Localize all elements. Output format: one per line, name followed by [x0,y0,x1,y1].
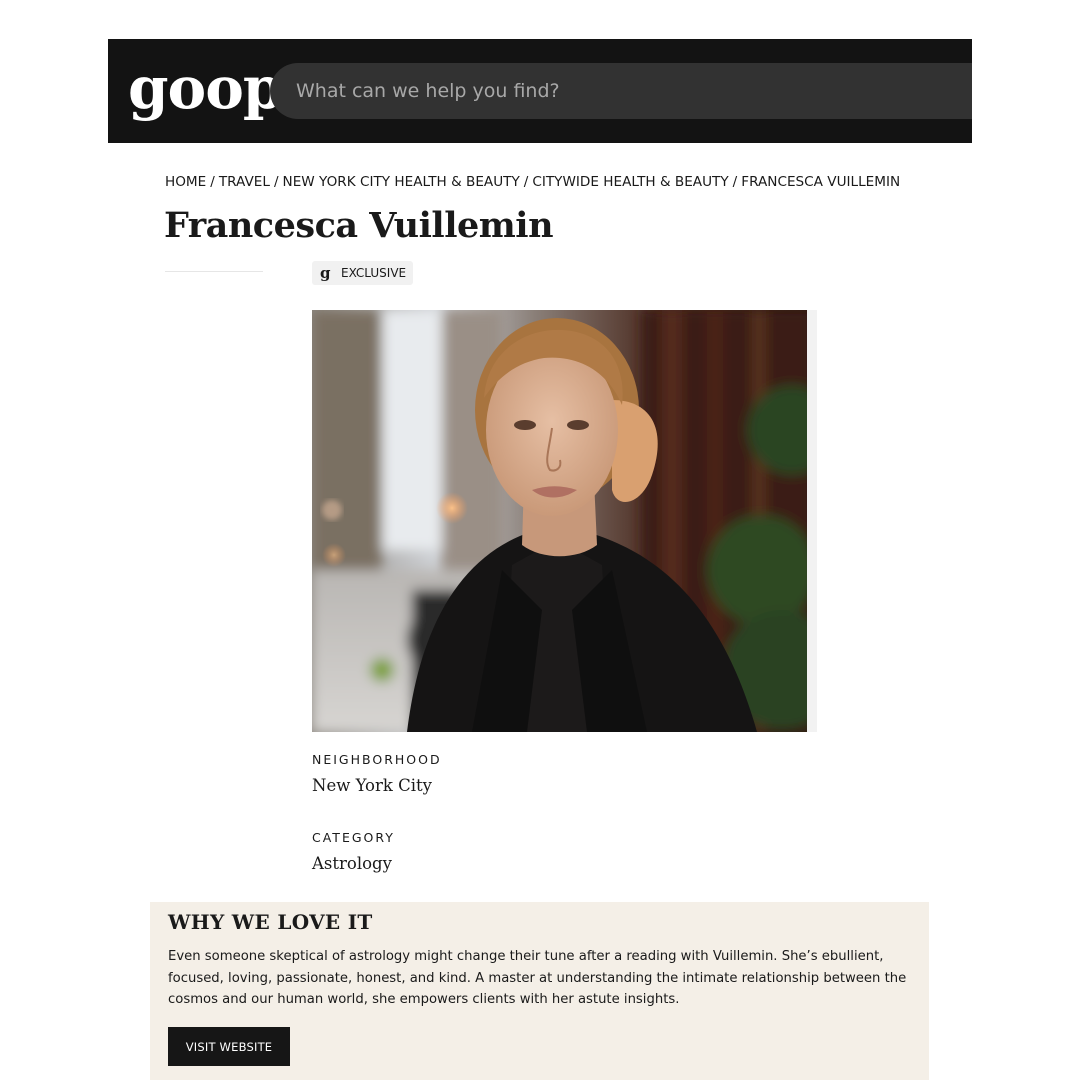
search-bar[interactable] [270,63,972,119]
search-input[interactable] [296,63,972,119]
category-label: CATEGORY [312,830,395,845]
visit-website-button[interactable]: VISIT WEBSITE [168,1027,290,1066]
breadcrumb-separator: / [523,174,529,190]
breadcrumb-separator: / [210,174,215,190]
breadcrumb-nyc-health-beauty[interactable]: NEW YORK CITY HEALTH & BEAUTY [283,174,520,190]
breadcrumb-home[interactable]: HOME [165,174,206,190]
portrait-photo [312,310,807,732]
neighborhood-value: New York City [312,776,432,795]
breadcrumb-current[interactable]: FRANCESCA VUILLEMIN [741,174,900,190]
breadcrumb-citywide-health-beauty[interactable]: CITYWIDE HEALTH & BEAUTY [532,174,728,190]
breadcrumb-travel[interactable]: TRAVEL [219,174,270,190]
why-we-love-it-body: Even someone skeptical of astrology migh… [168,949,907,1007]
badge-label: EXCLUSIVE [341,266,407,280]
breadcrumb: HOME / TRAVEL / NEW YORK CITY HEALTH & BEAUT… [165,174,965,190]
site-header: goop [108,39,972,143]
breadcrumb-separator: / [273,174,279,190]
category-value: Astrology [312,854,392,873]
why-we-love-it-title: WHY WE LOVE IT [168,910,373,934]
page-title: Francesca Vuillemin [164,205,554,246]
exclusive-badge: g EXCLUSIVE [312,261,413,285]
title-divider [165,271,263,272]
neighborhood-label: NEIGHBORHOOD [312,752,442,767]
breadcrumb-separator: / [732,174,738,190]
g-icon: g [320,263,331,282]
why-we-love-it-panel: WHY WE LOVE IT Even someone skeptical of… [150,902,929,1080]
goop-logo[interactable]: goop [128,53,283,123]
photo-frame [312,310,817,732]
